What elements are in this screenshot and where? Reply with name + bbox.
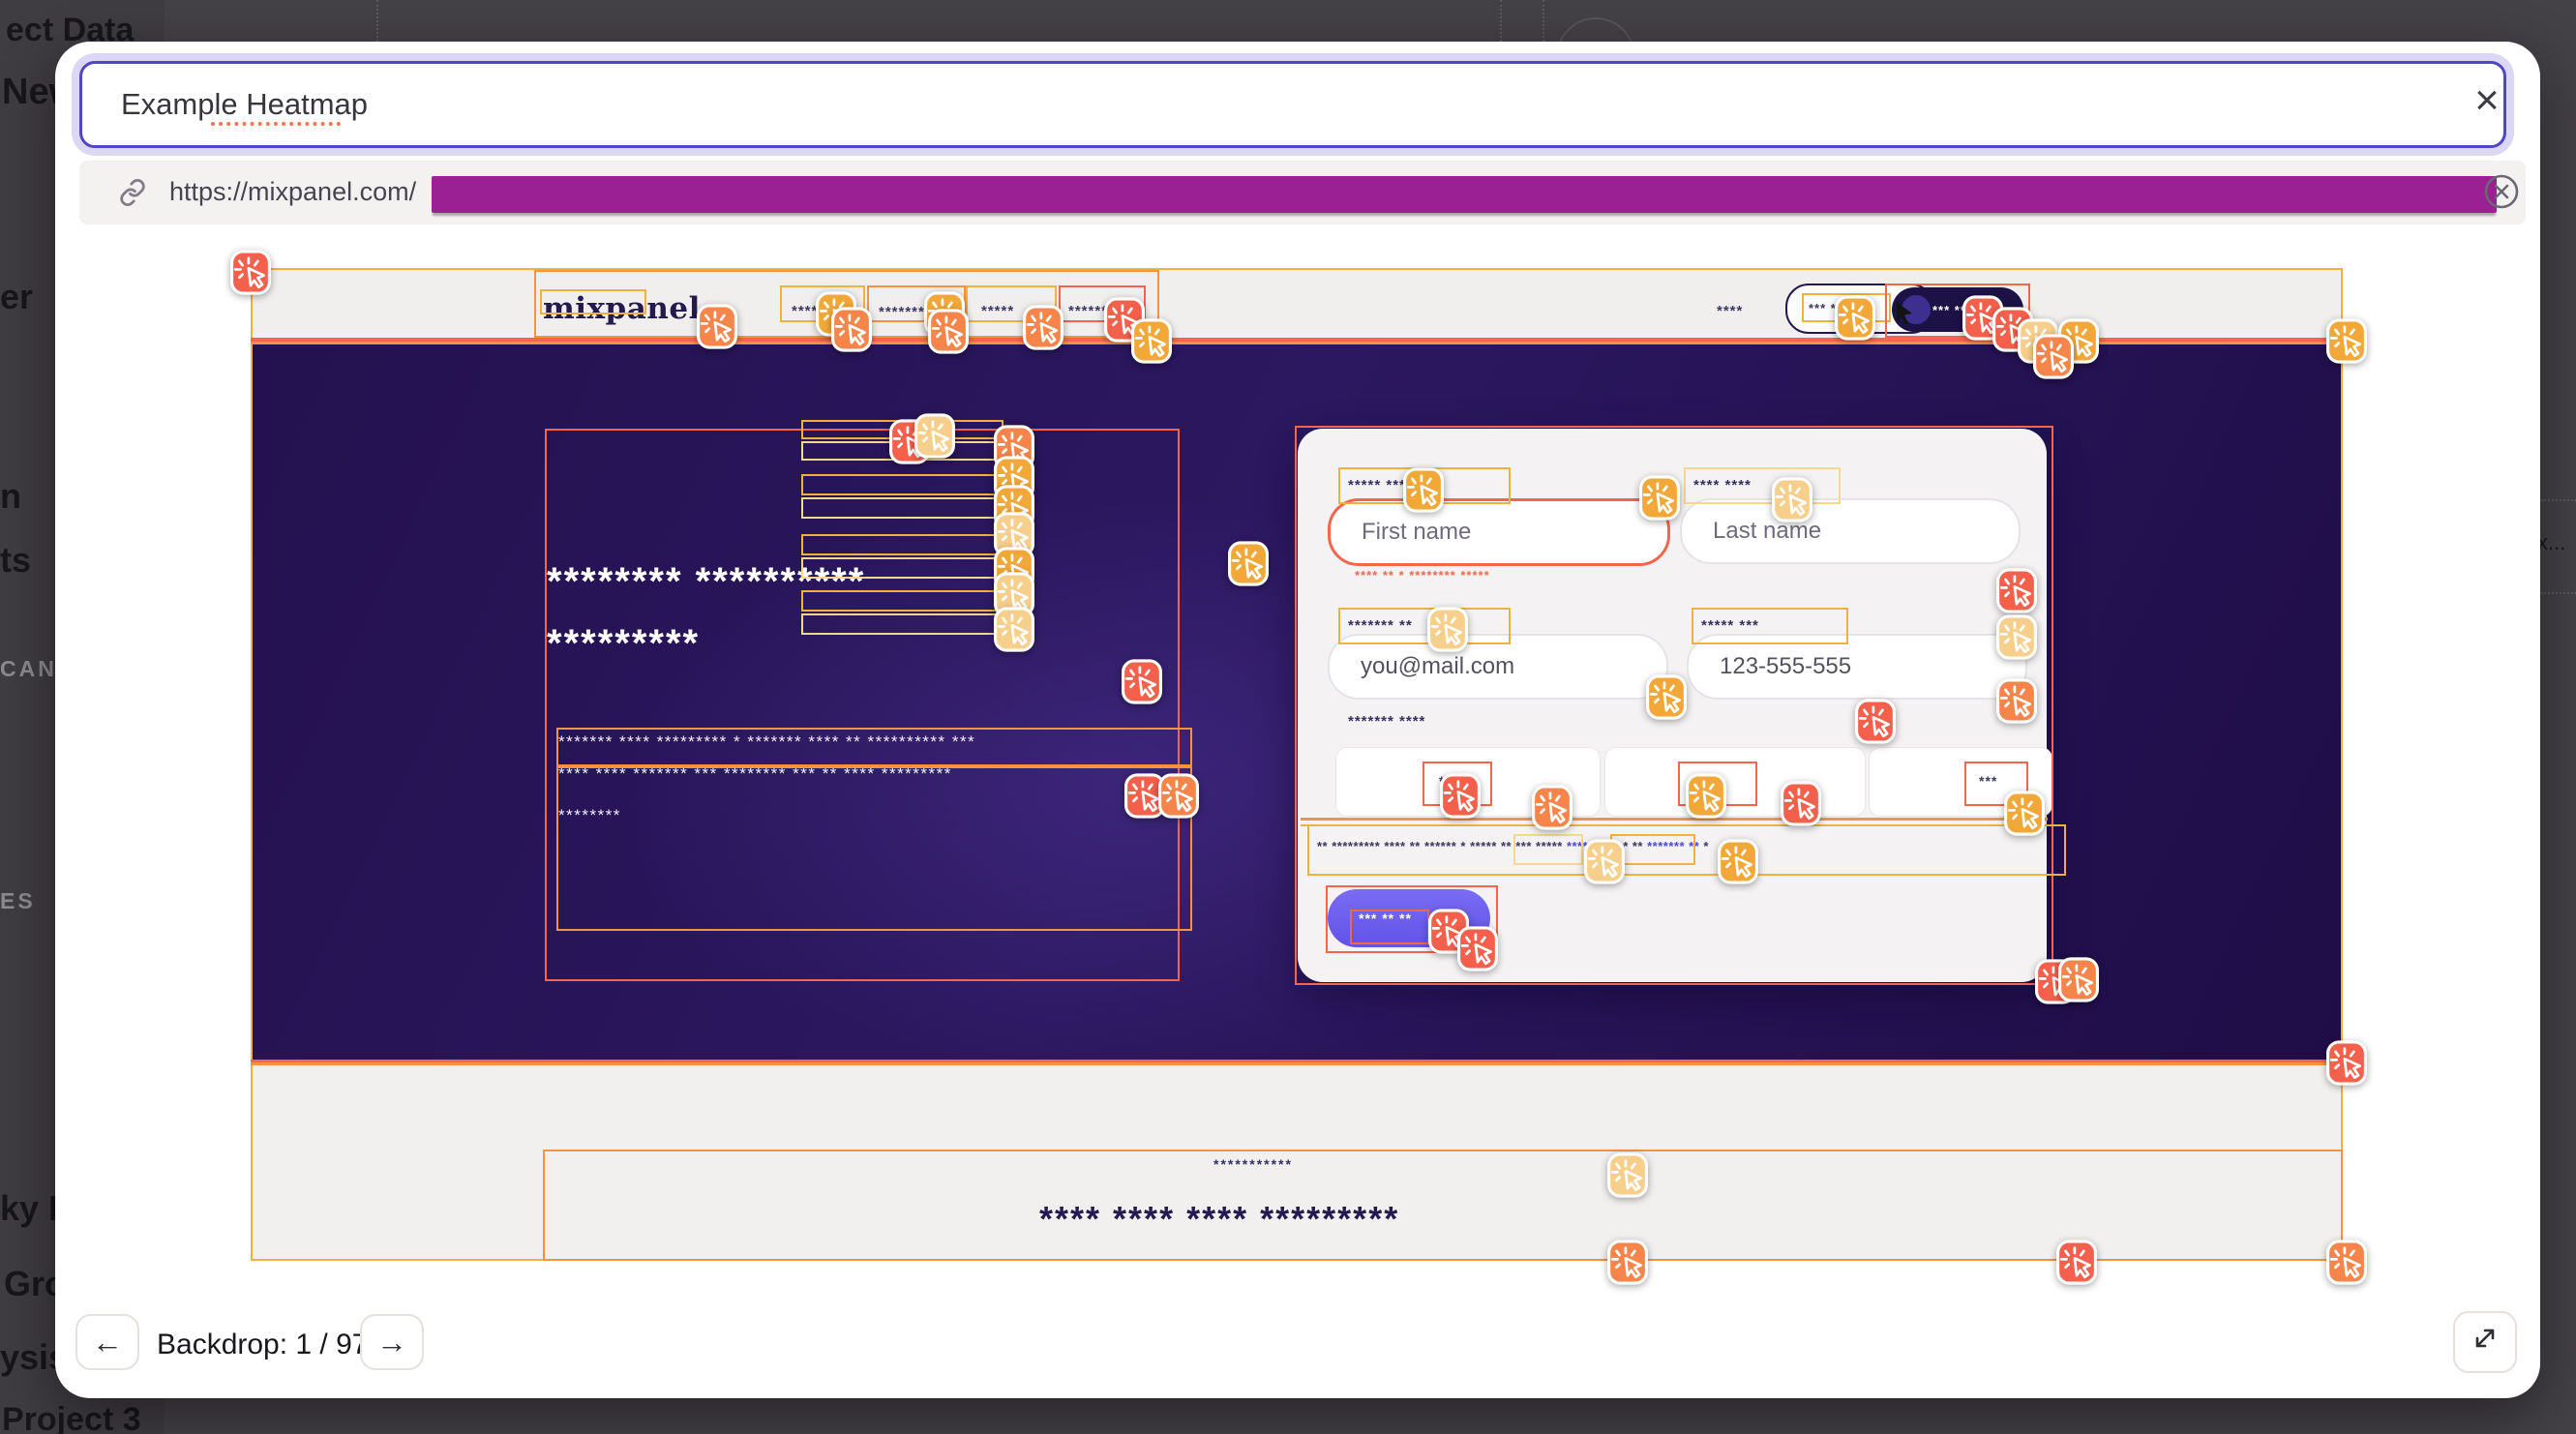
url-bar[interactable]: https://mixpanel.com/ [79,161,2526,224]
first-name-placeholder: First name [1362,519,1471,546]
last-name-label: **** **** [1693,477,1752,493]
expand-button[interactable] [2453,1311,2517,1373]
url-redacted-highlight [432,176,2497,213]
bg-sidebar-fragment: Project 3 [2,1401,141,1434]
next-backdrop-button[interactable]: → [360,1314,424,1370]
preview-nav-text: **** [1717,303,1743,319]
last-name-field: Last name [1680,498,2021,564]
preview-cta-label: *** ******* * [1932,303,2006,317]
hero-paragraph-line1: ******* **** ********* * ******* **** **… [558,732,975,752]
bg-divider [376,0,378,42]
url-text: https://mixpanel.com/ [169,177,416,207]
consent-pre: ** ********* **** ** ****** * ***** ** *… [1317,839,1567,853]
bg-divider [2541,499,2576,501]
hero-paragraph-line3: ******** [558,806,621,825]
form-error-text: **** ** * ******** ***** [1355,568,1490,583]
visitor-cursor-icon [1893,300,1916,325]
close-icon[interactable]: × [2464,77,2510,124]
preview-submit-button: *** ** ** [1328,889,1490,947]
select-3-value: *** [1979,773,1997,789]
link-icon [118,178,147,207]
consent-post: * [1699,839,1709,853]
screen: { "backdrop": { "top_left_fragment": "ec… [0,0,2576,1434]
select-1-value: *** [1439,773,1457,789]
clear-url-icon[interactable] [2476,169,2523,216]
prev-backdrop-button[interactable]: ← [75,1314,139,1370]
consent-text: ** ********* **** ** ****** * ***** ** *… [1317,839,1709,853]
preview-navbar: mixpanel **** *** **** *** *** ******* *… [251,268,2343,338]
email-field: you@mail.com [1328,634,1668,700]
hero-heading-line1: ******** ********** [547,560,865,604]
select-field-1 [1335,747,1601,817]
bg-sidebar-fragment: ts [0,540,31,581]
bg-right-fragment: x... [2537,530,2565,555]
heatmap-backdrop-preview[interactable]: mixpanel **** *** **** *** *** ******* *… [251,268,2343,1261]
email-label: ******* ** [1348,617,1413,634]
email-placeholder: you@mail.com [1361,653,1514,680]
consent-link-2: ******* ** [1647,839,1699,853]
preview-signin-label: *** **** *** [1809,301,1876,315]
hero-paragraph-line2: **** **** ******* *** ******** *** ** **… [558,764,952,784]
select-field-2 [1604,747,1866,817]
bg-divider [2541,592,2576,594]
heatmap-editor-modal: × https://mixpanel.com/ mixpanel **** **… [55,42,2540,1398]
preview-nav-item-0: ****** [792,303,831,319]
expand-icon [2471,1324,2500,1353]
form-section-label: ******* **** [1348,713,1425,730]
phone-field: 123-555-555 [1687,634,2027,700]
footer-small-text: *********** [1213,1156,1293,1172]
mixpanel-logo: mixpanel [543,291,701,326]
phone-label: ***** *** [1701,617,1759,634]
backdrop-pager-label: Backdrop: 1 / 97 [157,1329,368,1361]
preview-nav-item-1: ********* [879,303,955,320]
bg-divider [1500,0,1502,42]
chevron-down-icon [942,301,957,316]
last-name-placeholder: Last name [1713,518,1821,545]
first-name-label: ***** *** [1348,477,1406,493]
bg-sidebar-fragment: ES [0,888,36,914]
preview-submit-label: *** ** ** [1359,911,1412,926]
consent-mid: ** * ** [1604,839,1647,853]
bg-divider [1543,0,1544,42]
footer-heading: **** **** **** ********* [1039,1199,1399,1240]
select-2-value: ***** [1692,773,1722,789]
hero-heading-line2: ********* [547,622,700,666]
heatmap-title-input[interactable] [79,61,2506,148]
preview-nav-item-3: ******** [1068,303,1122,319]
phone-placeholder: 123-555-555 [1720,653,1851,680]
consent-link-1: ******* [1567,839,1604,853]
first-name-field: First name [1328,498,1670,566]
preview-nav-item-2: ***** [981,303,1014,319]
bg-sidebar-fragment: er [0,277,33,317]
spellcheck-underline [211,122,341,126]
bg-sidebar-fragment: n [0,476,21,517]
select-field-3 [1869,747,2052,817]
